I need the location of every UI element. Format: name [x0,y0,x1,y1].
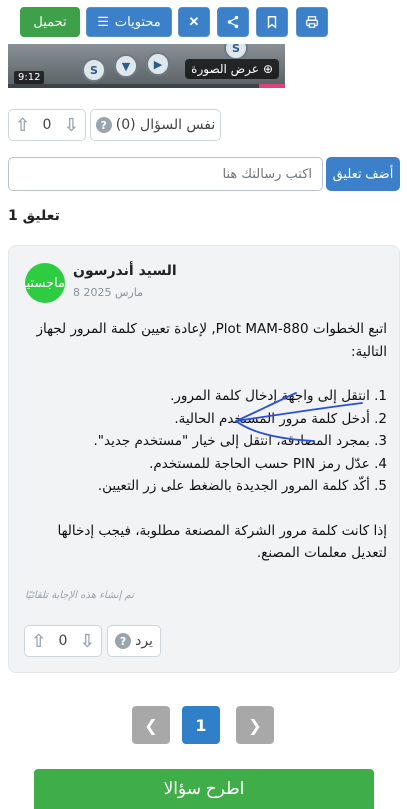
answer-vote-box: ⇧ 0 ⇩ [24,625,102,657]
view-image-button[interactable]: عرض الصورة ⊕ [185,59,279,79]
top-toolbar: تحميل ☰ محتويات ✕ [0,0,407,44]
downvote-icon[interactable]: ⇩ [80,631,95,652]
answer-intro: اتبع الخطوات Plot MAM-880, لإعادة تعيين … [36,321,387,360]
view-image-label: عرض الصورة [191,62,259,76]
avatar: ماجستير [25,263,65,303]
answer-vote-count: 0 [58,633,68,649]
list-icon: ☰ [97,14,109,29]
print-button[interactable] [296,7,328,37]
downvote-icon[interactable]: ⇩ [64,115,79,136]
question-icon: ? [115,633,132,649]
same-question-label: نفس السؤال (0) [115,117,216,133]
reply-button[interactable]: يرد ? [107,625,161,657]
question-icon: ? [95,117,112,133]
upvote-icon[interactable]: ⇧ [31,631,46,652]
page-1-button[interactable]: 1 [182,706,220,744]
question-vote-count: 0 [42,117,52,133]
video-thumbnail[interactable]: S ▼ ▶ S 9:12 عرض الصورة ⊕ [8,44,285,88]
share-button[interactable] [217,7,249,37]
answer-step: 2. أدخل كلمة مرور المستخدم الحالية. [174,410,387,427]
bookmark-button[interactable] [256,7,288,37]
video-duration: 9:12 [14,71,45,84]
comment-input[interactable] [8,157,323,191]
answer-date: 8 مارس 2025 [73,286,143,299]
progress-accent [259,84,285,88]
zoom-icon: ⊕ [262,62,273,76]
comments-count: تعليق 1 [8,208,60,224]
close-icon: ✕ [188,14,200,29]
download-button[interactable]: تحميل [20,7,80,37]
answer-step: 5. أكّد كلمة المرور الجديدة بالضغط على ز… [97,478,387,494]
chevron-left-icon: ❮ [144,715,158,735]
next-page-button[interactable]: ❯ [236,706,274,744]
add-comment-button[interactable]: أضف تعليق [326,157,400,191]
answer-step: 4. عدّل رمز PIN حسب الحاجة للمستخدم. [149,455,387,472]
device-button-s: S [82,58,106,82]
auto-generated-note: تم إنشاء هذه الإجابة تلقائيًا [25,590,135,601]
upvote-icon[interactable]: ⇧ [15,115,30,136]
chevron-right-icon: ❯ [248,715,262,735]
answer-body: اتبع الخطوات Plot MAM-880, لإعادة تعيين … [21,318,387,565]
close-button[interactable]: ✕ [178,7,210,37]
contents-button[interactable]: ☰ محتويات [86,7,172,37]
bookmark-icon [267,16,277,29]
author-name[interactable]: السيد أندرسون [73,263,177,279]
answer-step: 3. بمجرد المصادقة، انتقل إلى خيار "مستخد… [93,433,387,449]
reply-label: يرد [135,633,153,649]
print-icon [306,16,318,28]
prev-page-button[interactable]: ❮ [132,706,170,744]
answer-card: ماجستير السيد أندرسون 8 مارس 2025 اتبع ا… [8,245,400,673]
answer-step: 1. انتقل إلى واجهة إدخال كلمة المرور. [170,388,387,404]
device-button-down: ▼ [114,54,138,78]
contents-button-label: محتويات [114,14,161,29]
ask-question-button[interactable]: اطرح سؤالا [34,769,374,809]
same-question-button[interactable]: نفس السؤال (0) ? [90,109,221,141]
share-icon [227,15,239,29]
answer-note: إذا كانت كلمة مرور الشركة المصنعة مطلوبة… [57,522,387,562]
device-button-play: ▶ [146,52,170,76]
question-vote-box: ⇧ 0 ⇩ [8,109,86,141]
